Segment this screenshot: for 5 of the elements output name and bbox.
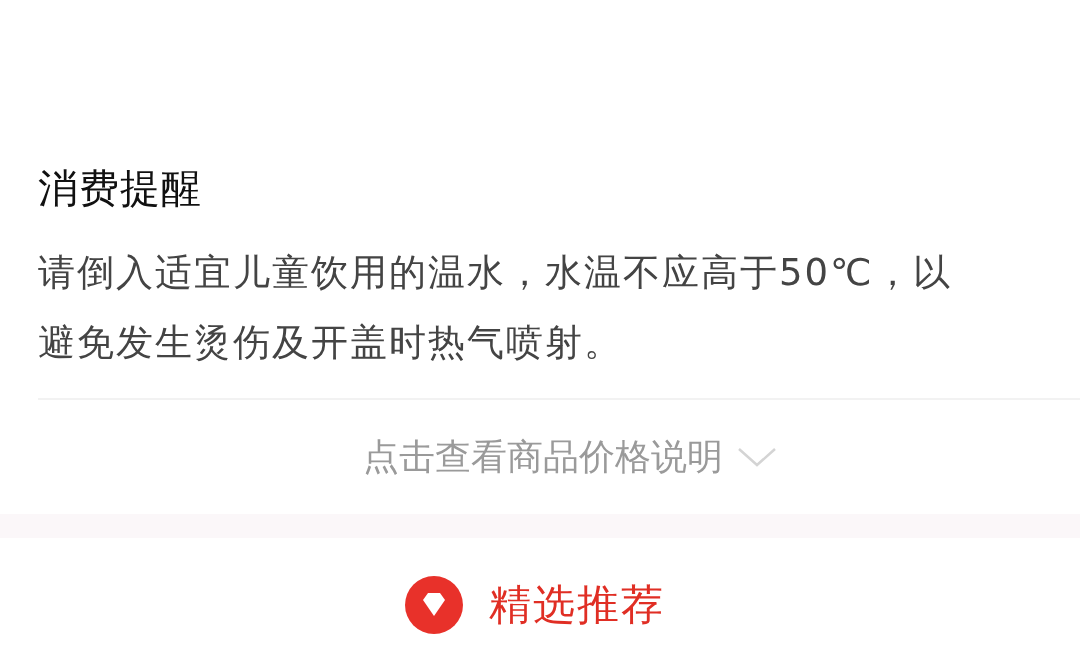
recommend-heading: 精选推荐 [405, 576, 665, 634]
notice-text: 请倒入适宜儿童饮用的温水，水温不应高于50℃，以避免发生烫伤及开盖时热气喷射。 [38, 250, 953, 366]
notice-title: 消费提醒 [38, 164, 203, 213]
chevron-icon [737, 446, 777, 468]
price-info-link[interactable]: 点击查看商品价格说明 [363, 432, 777, 482]
